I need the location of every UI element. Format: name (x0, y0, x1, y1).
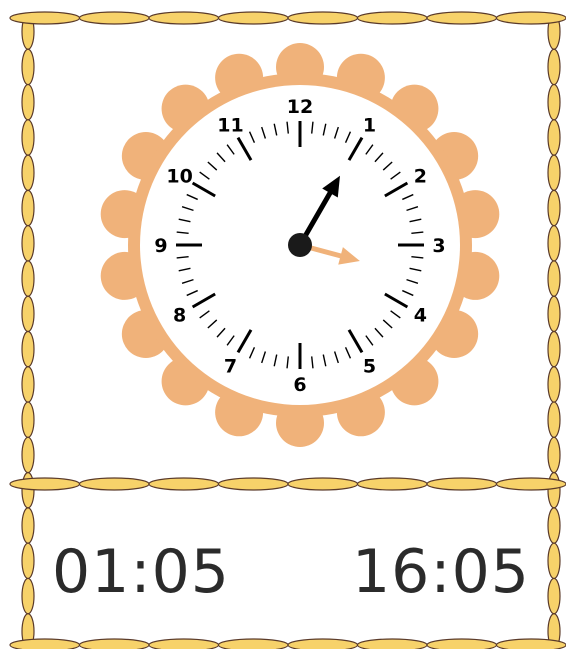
clock-numeral: 6 (293, 374, 306, 396)
clock-numeral: 10 (166, 166, 192, 188)
time-option-left[interactable]: 01:05 (52, 536, 230, 608)
clock-numeral: 4 (414, 305, 427, 327)
clock-numeral: 5 (363, 355, 376, 377)
time-option-right[interactable]: 16:05 (352, 536, 530, 608)
clock-numeral: 9 (154, 235, 167, 257)
clock-center-pin (288, 233, 312, 257)
clock-numeral: 11 (217, 115, 243, 137)
clock-numeral: 8 (173, 305, 186, 327)
clock-card: 121234567891011 01:05 16:05 (0, 0, 566, 649)
clock-numeral: 1 (363, 115, 376, 137)
clock-numeral: 3 (432, 235, 445, 257)
clock-numeral: 7 (224, 355, 237, 377)
clock-numeral: 12 (287, 96, 313, 118)
clock-numeral: 2 (414, 166, 427, 188)
